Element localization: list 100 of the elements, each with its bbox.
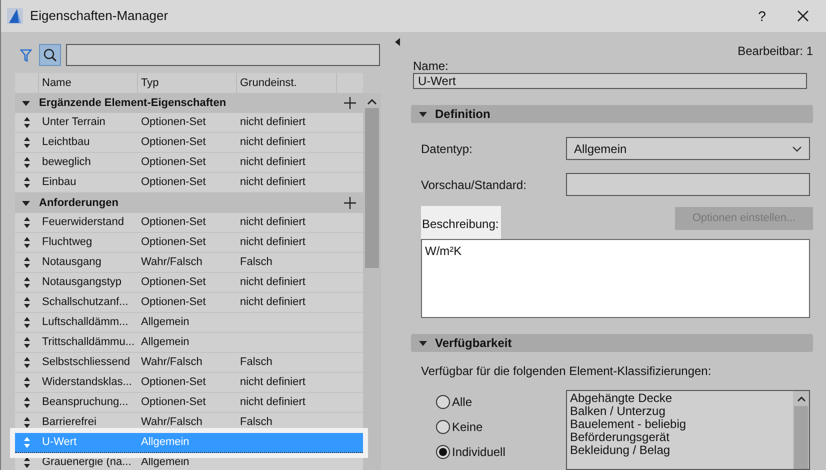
reorder-handle-icon [24,277,30,288]
reorder-handle-icon [24,217,30,228]
search-field[interactable] [66,44,380,66]
scroll-up-icon[interactable] [796,396,806,402]
table-cell-text: beweglich [41,155,92,170]
group-row[interactable]: Anforderungen [15,193,363,213]
table-cell-text: Selbstschliessend [41,355,132,370]
table-cell-text: Optionen-Set [140,135,207,150]
scrollbar[interactable] [793,391,809,469]
reorder-handle-icon [24,397,30,408]
table-row[interactable]: Unter Terrain Optionen-Set nicht definiert [15,113,363,133]
scrollbar-thumb[interactable] [365,108,379,268]
list-item[interactable]: Bauelement - beliebig [570,418,793,431]
section-header[interactable]: Definition [411,105,813,123]
table-cell-text: Wahr/Falsch [140,415,204,430]
filter-icon[interactable] [20,48,32,62]
classification-list[interactable]: Abgehängte Decke Balken / Unterzug Bauelement - beliebig Beförderungsgerät Bekleidung / Belag [566,390,810,470]
search-icon [43,48,57,62]
table-cell-text: Widerstandsklas... [41,375,133,390]
name-label: Name: [413,58,450,73]
reorder-handle-icon [24,357,30,368]
table-row[interactable]: Luftschalldämm... Allgemein [15,313,363,333]
table-cell-text: Wahr/Falsch [140,255,204,270]
table-cell-text: Notausgang [41,255,102,270]
table-cell-text: Trittschalldämmu... [41,335,136,350]
reorder-handle-icon [24,417,30,428]
table-row[interactable]: Fluchtweg Optionen-Set nicht definiert [15,233,363,253]
table-cell-text: Notausgangstyp [41,275,122,290]
search-button[interactable] [39,44,61,66]
table-cell-text: Unter Terrain [41,115,106,130]
table-cell-text: U-Wert [41,435,78,450]
table-cell-text: nicht definiert [239,215,306,230]
list-item[interactable]: Beförderungsgerät [570,431,793,444]
close-icon[interactable] [797,10,809,22]
reorder-handle-icon [24,377,30,388]
group-row[interactable]: Ergänzende Element-Eigenschaften [15,93,363,113]
table-row[interactable]: Trittschalldämmu... Allgemein [15,333,363,353]
list-item[interactable]: Abgehängte Decke [570,392,793,405]
table-cell-text: nicht definiert [239,115,306,130]
table-cell-text: Falsch [239,355,274,370]
table-cell-text: Einbau [41,175,78,190]
table-cell-text: Wahr/Falsch [140,355,204,370]
table-cell-text: Luftschalldämm... [41,315,130,330]
availability-caption: Verfügbar für die folgenden Element-Klassifizierungen: [421,363,712,380]
table-cell-text: nicht definiert [239,135,306,150]
table-cell-text: Allgemein [140,315,190,330]
table-cell-text: Optionen-Set [140,275,207,290]
table-cell-text: Fluchtweg [41,235,94,250]
table-cell-text: nicht definiert [239,375,306,390]
scrollbar-thumb[interactable] [794,406,808,469]
scroll-up-icon[interactable] [367,98,377,105]
table-row[interactable]: Einbau Optionen-Set nicht definiert [15,173,363,193]
table-row[interactable]: Widerstandsklas... Optionen-Set nicht definiert [15,373,363,393]
table-cell-text: nicht definiert [239,175,306,190]
table-cell-text: nicht definiert [239,235,306,250]
scrollbar[interactable] [363,93,381,470]
reorder-handle-icon [24,137,30,148]
table-cell-text: Allgemein [140,435,190,450]
table-cell-text: Optionen-Set [140,115,207,130]
table-cell-text: nicht definiert [239,155,306,170]
table-cell-text: nicht definiert [239,395,306,410]
preview-label: Vorschau/Standard: [421,176,528,194]
table-row[interactable]: Beanspruchung... Optionen-Set nicht definiert [15,393,363,413]
table-row[interactable]: Selbstschliessend Wahr/Falsch Falsch [15,353,363,373]
reorder-handle-icon [24,157,30,168]
table-row[interactable]: Feuerwiderstand Optionen-Set nicht definiert [15,213,363,233]
table-row[interactable]: Leichtbau Optionen-Set nicht definiert [15,133,363,153]
expanded-triangle-icon[interactable] [22,199,30,207]
expanded-triangle-icon[interactable] [419,110,427,118]
table-cell-text: nicht definiert [239,295,306,310]
table-row[interactable]: Notausgangstyp Optionen-Set nicht definiert [15,273,363,293]
reorder-handle-icon [24,117,30,128]
table-row[interactable]: Notausgang Wahr/Falsch Falsch [15,253,363,273]
radio-option[interactable]: Alle [436,394,566,410]
expanded-triangle-icon[interactable] [419,339,427,347]
reorder-handle-icon [24,177,30,188]
reorder-handle-icon [24,337,30,348]
list-item[interactable]: Balken / Unterzug [570,405,793,418]
table-cell-text: Feuerwiderstand [41,215,125,230]
table-row[interactable]: beweglich Optionen-Set nicht definiert [15,153,363,173]
table-cell-text: Schallschutzanf... [41,295,130,310]
section-title: Verfügbarkeit [435,335,512,352]
section-title: Definition [435,106,490,123]
table-cell-text: Falsch [239,415,274,430]
group-title: Anforderungen [39,196,118,211]
description-field[interactable]: W/m²K [421,239,810,318]
help-button[interactable]: ? [747,4,777,28]
reorder-handle-icon [24,457,30,468]
section-header[interactable]: Verfügbarkeit [411,334,813,352]
name-field[interactable]: U-Wert [413,73,807,89]
preview-field[interactable] [566,173,810,196]
radio-option[interactable]: Keine [436,419,566,435]
table-cell-text: Allgemein [140,335,190,350]
datatype-dropdown[interactable]: Allgemein [566,137,810,160]
radio-option[interactable]: Individuell [436,444,566,460]
expanded-triangle-icon[interactable] [22,99,30,107]
reorder-handle-icon [24,257,30,268]
collapse-arrow-icon[interactable] [395,38,400,46]
table-row[interactable]: Schallschutzanf... Optionen-Set nicht definiert [15,293,363,313]
list-item[interactable]: Bekleidung / Belag [570,444,793,457]
